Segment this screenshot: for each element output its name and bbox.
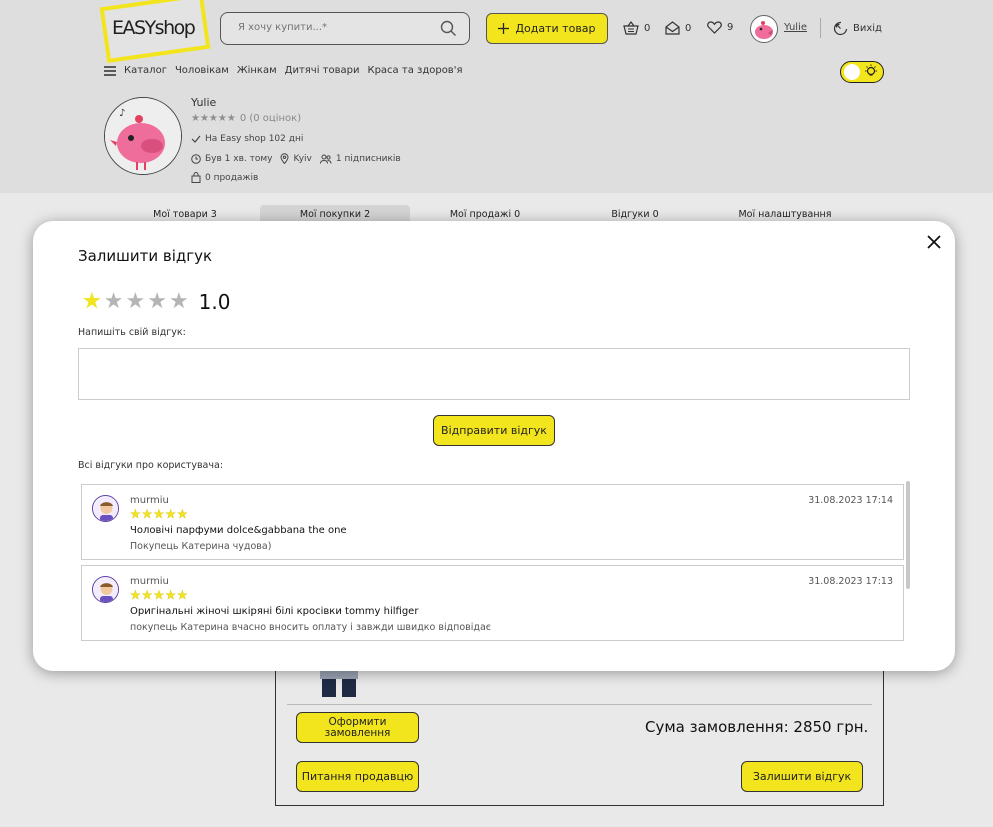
nav-item-catalog[interactable]: Каталог	[124, 65, 167, 76]
profile-status-line: Був 1 хв. тому Kyiv 1 підписників	[191, 153, 401, 164]
logout-icon	[833, 21, 848, 36]
nav-item-men[interactable]: Чоловікам	[175, 65, 229, 76]
bag-icon	[191, 172, 201, 183]
lightbulb-icon	[864, 64, 878, 80]
user-avatar[interactable]	[750, 15, 778, 43]
favorites-count: 9	[727, 22, 734, 33]
order-sum: Сума замовлення: 2850 грн.	[645, 718, 869, 736]
rating-value: 1.0	[198, 290, 231, 314]
modal-title: Залишити відгук	[78, 247, 213, 265]
reviews-list: murmiu 31.08.2023 17:14 ★★★★★ Чоловічі п…	[81, 482, 904, 642]
profile-sales: 0 продажів	[191, 172, 258, 183]
nav-item-kids[interactable]: Дитячі товари	[285, 65, 360, 76]
cart-link[interactable]: 0	[623, 21, 650, 35]
review-text: Покупець Катерина чудова)	[130, 541, 272, 552]
rating-selector: ★ ★ ★ ★ ★ 1.0	[82, 290, 230, 314]
review-item: murmiu 31.08.2023 17:14 ★★★★★ Чоловічі п…	[81, 484, 904, 560]
toggle-knob	[844, 64, 860, 80]
rating-star-3[interactable]: ★	[125, 291, 145, 313]
review-date: 31.08.2023 17:13	[808, 576, 893, 587]
followers-icon	[319, 154, 332, 164]
add-product-label: Додати товар	[515, 22, 596, 35]
user-name-link[interactable]: Yulie	[784, 22, 807, 33]
check-icon	[191, 135, 201, 143]
clock-icon	[191, 153, 201, 164]
nav-item-women[interactable]: Жінкам	[237, 65, 277, 76]
search-input[interactable]	[238, 22, 428, 33]
rating-star-1[interactable]: ★	[82, 291, 102, 313]
main-nav: Каталог Чоловікам Жінкам Дитячі товари К…	[104, 65, 462, 76]
review-item: murmiu 31.08.2023 17:13 ★★★★★ Оригінальн…	[81, 565, 904, 641]
review-prompt-label: Напишіть свій відгук:	[78, 327, 186, 338]
review-text: покупець Катерина вчасно вносить оплату …	[130, 622, 492, 633]
menu-icon[interactable]	[104, 65, 116, 76]
reviews-scrollbar[interactable]	[906, 481, 910, 589]
logout-label: Вихід	[853, 23, 882, 34]
search-icon[interactable]	[440, 20, 457, 37]
review-author[interactable]: murmiu	[130, 576, 169, 587]
checkout-button[interactable]: Оформити замовлення	[296, 712, 419, 743]
basket-icon	[623, 21, 639, 35]
review-product-title[interactable]: Чоловічі парфуми dolce&gabbana the one	[130, 525, 347, 536]
search-box[interactable]	[220, 12, 470, 45]
product-image	[316, 669, 362, 697]
ask-seller-button[interactable]: Питання продавцю	[296, 761, 419, 792]
rating-star-2[interactable]: ★	[104, 291, 124, 313]
svg-text:♪: ♪	[119, 108, 125, 119]
messages-link[interactable]: 0	[665, 21, 691, 35]
heart-icon	[707, 21, 722, 34]
followers-count[interactable]: 1 підписників	[336, 154, 401, 164]
header-divider	[820, 18, 821, 38]
all-reviews-label: Всі відгуки про користувача:	[78, 460, 224, 471]
logout-link[interactable]: Вихід	[833, 21, 882, 36]
profile-avatar: ♪	[104, 97, 182, 175]
reviewer-avatar	[92, 576, 119, 603]
reviewer-avatar	[92, 495, 119, 522]
nav-item-beauty[interactable]: Краса та здоров'я	[367, 65, 462, 76]
plus-icon	[498, 23, 510, 34]
theme-toggle[interactable]	[840, 61, 884, 83]
send-review-button[interactable]: Відправити відгук	[433, 415, 555, 446]
close-icon[interactable]	[925, 233, 943, 251]
city: Kyiv	[293, 153, 312, 164]
cart-count: 0	[644, 22, 651, 34]
order-divider	[287, 704, 872, 705]
profile-rating: ★★★★★ 0 (0 оцінок)	[191, 113, 301, 124]
review-stars: ★★★★★	[130, 588, 189, 602]
logo[interactable]: EASYshop	[112, 17, 196, 39]
last-seen: Був 1 хв. тому	[205, 153, 273, 164]
envelope-open-icon	[665, 21, 680, 35]
review-product-title[interactable]: Оригінальні жіночі шкіряні білі кросівки…	[130, 606, 418, 617]
leave-review-button[interactable]: Залишити відгук	[741, 761, 863, 792]
review-textarea[interactable]	[78, 348, 910, 400]
profile-stars: ★★★★★	[191, 113, 236, 124]
profile-name: Yulie	[191, 96, 217, 109]
rating-star-5[interactable]: ★	[169, 291, 189, 313]
rating-star-4[interactable]: ★	[147, 291, 167, 313]
favorites-link[interactable]: 9	[707, 21, 733, 34]
location-icon	[280, 153, 289, 164]
add-product-button[interactable]: Додати товар	[486, 13, 608, 44]
messages-count: 0	[685, 22, 692, 34]
profile-member-since: На Easy shop 102 дні	[191, 134, 303, 144]
profile-rating-text: 0 (0 оцінок)	[239, 113, 302, 124]
review-stars: ★★★★★	[130, 507, 189, 521]
review-date: 31.08.2023 17:14	[808, 495, 893, 506]
review-author[interactable]: murmiu	[130, 495, 169, 506]
